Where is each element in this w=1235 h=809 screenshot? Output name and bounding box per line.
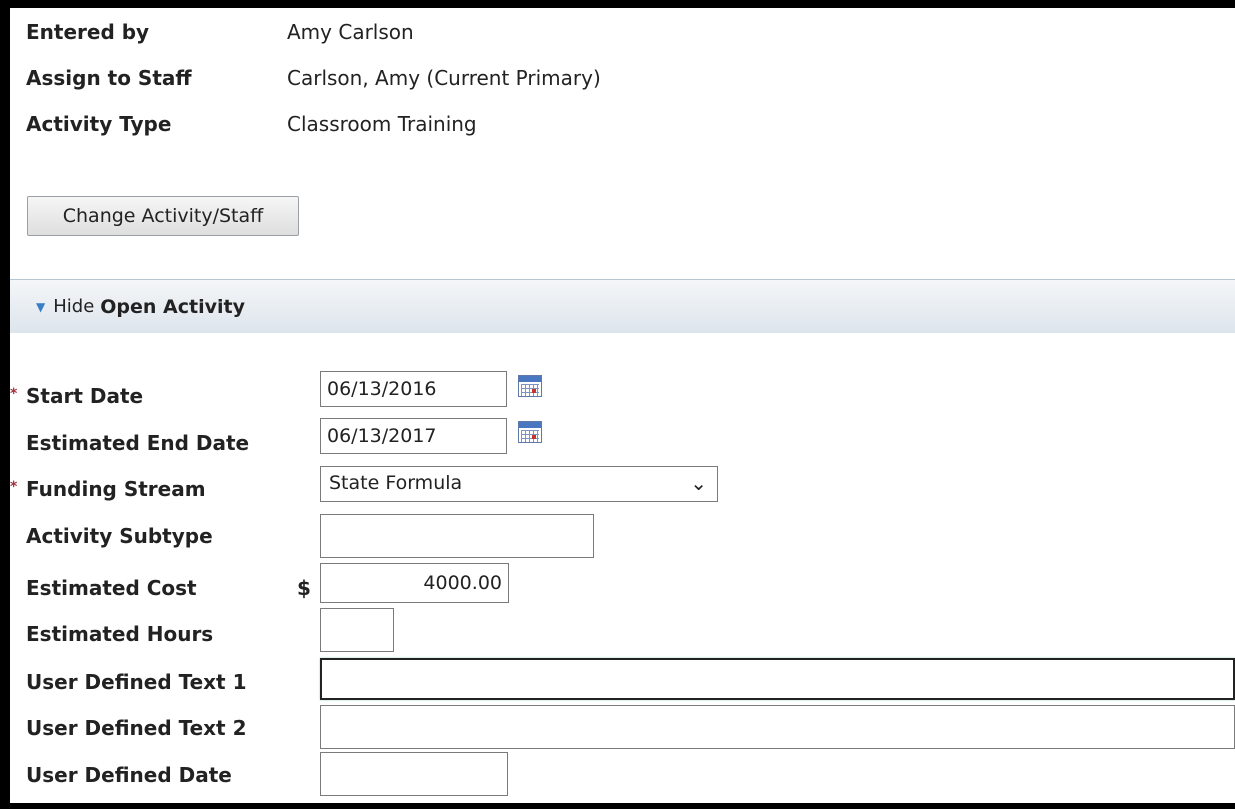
start-date-input[interactable] bbox=[320, 371, 507, 407]
user-defined-date-label: User Defined Date bbox=[26, 763, 232, 787]
estimated-cost-label: Estimated Cost bbox=[26, 576, 197, 600]
user-defined-text-2-input[interactable] bbox=[320, 705, 1235, 749]
change-activity-staff-button[interactable]: Change Activity/Staff bbox=[27, 196, 299, 236]
funding-stream-select[interactable]: State Formula ⌄ bbox=[320, 466, 718, 502]
user-defined-text-1-input[interactable] bbox=[320, 658, 1235, 700]
hide-toggle-label[interactable]: Hide bbox=[53, 296, 94, 317]
activity-type-value: Classroom Training bbox=[287, 112, 477, 136]
open-activity-section-header[interactable]: ▼ Hide Open Activity bbox=[10, 279, 1235, 333]
calendar-icon[interactable] bbox=[518, 421, 542, 443]
chevron-down-icon: ⌄ bbox=[690, 471, 707, 495]
funding-stream-label: Funding Stream bbox=[26, 477, 206, 501]
start-date-label: Start Date bbox=[26, 384, 144, 408]
currency-symbol: $ bbox=[297, 576, 311, 600]
estimated-hours-label: Estimated Hours bbox=[26, 622, 214, 646]
entered-by-label: Entered by bbox=[26, 20, 150, 44]
required-marker: * bbox=[10, 479, 18, 495]
required-marker: * bbox=[10, 386, 18, 402]
activity-subtype-input[interactable] bbox=[320, 514, 594, 558]
estimated-hours-input[interactable] bbox=[320, 608, 394, 652]
activity-subtype-label: Activity Subtype bbox=[26, 524, 213, 548]
user-defined-date-input[interactable] bbox=[320, 752, 508, 796]
assign-to-staff-label: Assign to Staff bbox=[26, 66, 192, 90]
section-title: Open Activity bbox=[100, 295, 245, 318]
user-defined-text-1-label: User Defined Text 1 bbox=[26, 670, 247, 694]
calendar-icon[interactable] bbox=[518, 375, 542, 397]
activity-form-panel: Entered by Amy Carlson Assign to Staff C… bbox=[10, 8, 1235, 803]
assign-to-staff-value: Carlson, Amy (Current Primary) bbox=[287, 66, 601, 90]
entered-by-value: Amy Carlson bbox=[287, 20, 414, 44]
estimated-end-date-input[interactable] bbox=[320, 418, 507, 454]
estimated-end-date-label: Estimated End Date bbox=[26, 431, 250, 455]
triangle-down-icon[interactable]: ▼ bbox=[36, 300, 45, 314]
activity-type-label: Activity Type bbox=[26, 112, 172, 136]
user-defined-text-2-label: User Defined Text 2 bbox=[26, 716, 247, 740]
funding-stream-selected: State Formula bbox=[329, 472, 463, 494]
estimated-cost-input[interactable] bbox=[320, 563, 509, 603]
